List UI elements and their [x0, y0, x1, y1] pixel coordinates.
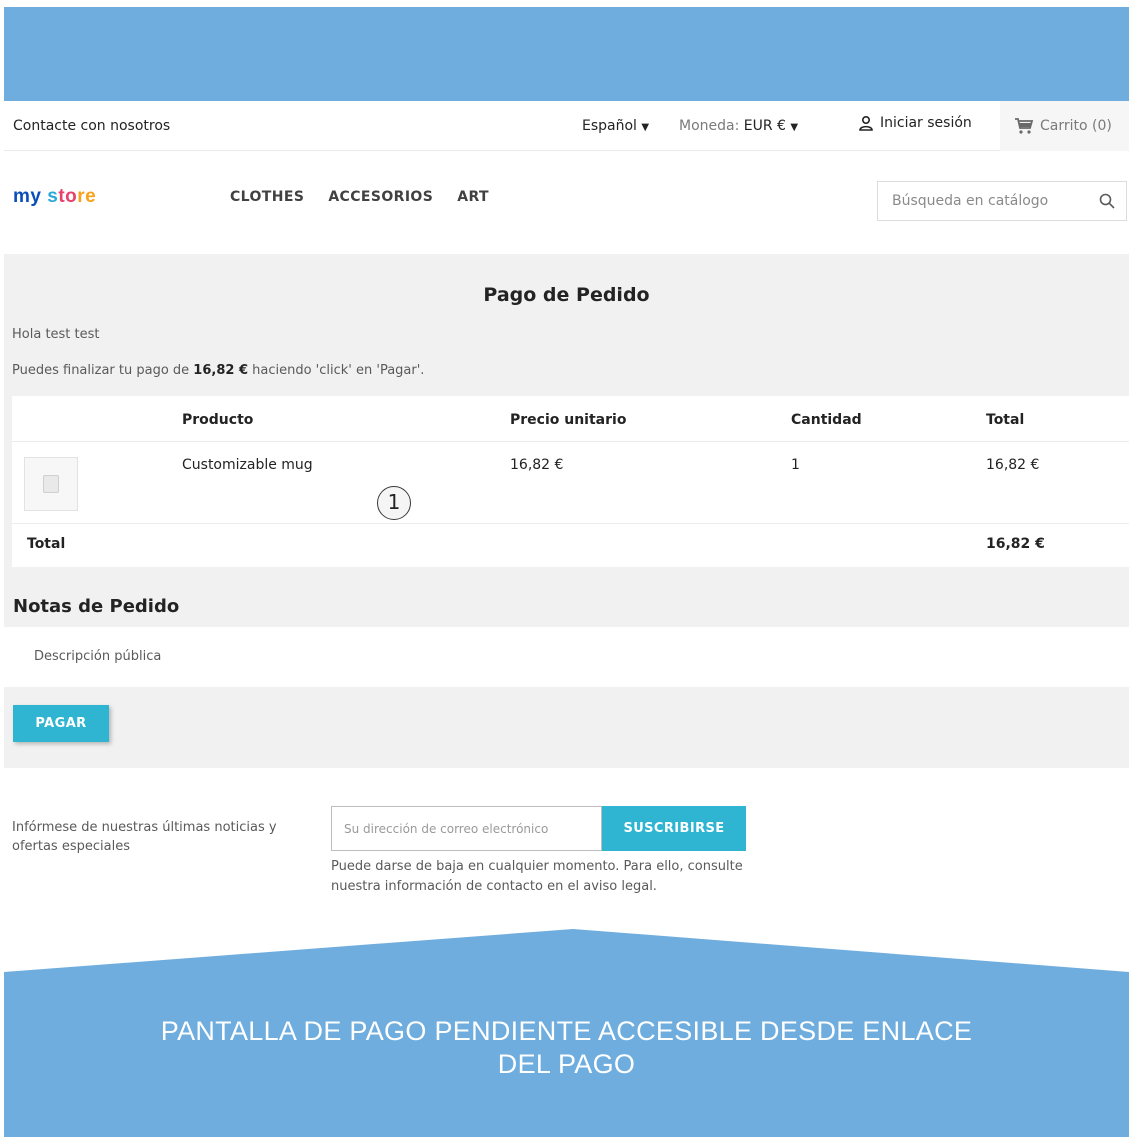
banner-line-2: DEL PAGO: [497, 1049, 636, 1079]
menu-item-clothes[interactable]: CLOTHES: [230, 189, 304, 205]
quantity-value: 1: [791, 457, 800, 473]
currency-selector[interactable]: Moneda: EUR € ▼: [679, 118, 798, 134]
pay-button[interactable]: PAGAR: [13, 705, 109, 742]
column-header-quantity: Cantidad: [791, 412, 862, 428]
product-thumbnail[interactable]: [24, 457, 78, 511]
newsletter-email-input[interactable]: Su dirección de correo electrónico: [331, 806, 602, 851]
header-nav: Contacte con nosotros Español ▼ Moneda: …: [4, 101, 1129, 151]
page-title: Pago de Pedido: [483, 284, 650, 306]
language-selector[interactable]: Español ▼: [582, 118, 649, 134]
chevron-down-icon: ▼: [790, 122, 799, 133]
total-label: Total: [27, 536, 66, 552]
top-banner: [0, 0, 1129, 101]
order-notes-text: Descripción pública: [34, 649, 162, 664]
newsletter-text: Infórmese de nuestras últimas noticias y…: [12, 820, 277, 854]
step-marker: 1: [377, 486, 411, 520]
menu-item-art[interactable]: ART: [457, 189, 489, 205]
cart-button[interactable]: Carrito (0): [1000, 101, 1129, 151]
logo-part: my: [13, 186, 42, 207]
search-icon[interactable]: [1098, 192, 1116, 210]
store-logo[interactable]: my store: [13, 186, 96, 208]
logo-part: re: [77, 186, 97, 207]
payment-amount: 16,82 €: [193, 363, 248, 378]
payment-message-prefix: Puedes finalizar tu pago de: [12, 363, 194, 378]
subscribe-button[interactable]: SUSCRIBIRSE: [602, 806, 746, 851]
greeting-text: Hola test test: [12, 327, 100, 342]
column-header-product: Producto: [182, 412, 254, 428]
contact-link[interactable]: Contacte con nosotros: [13, 118, 170, 134]
mug-image: [43, 475, 59, 493]
caption-banner: PANTALLA DE PAGO PENDIENTE ACCESIBLE DES…: [4, 929, 1129, 1137]
order-notes-heading: Notas de Pedido: [13, 596, 180, 617]
login-label: Iniciar sesión: [880, 115, 972, 131]
banner-caption: PANTALLA DE PAGO PENDIENTE ACCESIBLE DES…: [104, 1015, 1029, 1081]
newsletter-email-placeholder: Su dirección de correo electrónico: [344, 822, 549, 836]
cart-icon: [1015, 118, 1034, 134]
payment-message: Puedes finalizar tu pago de 16,82 € haci…: [12, 363, 424, 378]
order-notes-box: Descripción pública: [4, 627, 1129, 687]
divider: [12, 441, 1129, 442]
total-value: 16,82 €: [986, 536, 1045, 552]
chevron-down-icon: ▼: [641, 122, 650, 133]
top-banner-fill: [4, 7, 1129, 101]
currency-label: Moneda:: [679, 118, 740, 134]
header-main: my store CLOTHES ACCESORIOS ART Búsqueda…: [4, 152, 1129, 254]
column-header-total: Total: [986, 412, 1025, 428]
column-header-unit-price: Precio unitario: [510, 412, 627, 428]
login-link[interactable]: Iniciar sesión: [858, 115, 972, 131]
search-placeholder: Búsqueda en catálogo: [892, 193, 1049, 209]
payment-message-suffix: haciendo 'click' en 'Pagar'.: [248, 363, 425, 378]
cart-label: Carrito (0): [1040, 118, 1112, 134]
row-total-value: 16,82 €: [986, 457, 1040, 473]
search-input[interactable]: Búsqueda en catálogo: [877, 181, 1127, 221]
menu-item-accesorios[interactable]: ACCESORIOS: [328, 189, 433, 205]
product-link[interactable]: Customizable mug: [182, 457, 313, 473]
banner-line-1: PANTALLA DE PAGO PENDIENTE ACCESIBLE DES…: [160, 1016, 973, 1046]
logo-part: s: [41, 186, 59, 207]
main-menu: CLOTHES ACCESORIOS ART: [230, 189, 489, 205]
logo-part: to: [58, 186, 78, 207]
user-icon: [859, 115, 873, 131]
language-label: Español: [582, 118, 637, 134]
unsubscribe-note: Puede darse de baja en cualquier momento…: [331, 859, 743, 894]
order-table: Producto Precio unitario Cantidad Total …: [12, 396, 1129, 567]
currency-value: EUR €: [743, 118, 786, 134]
divider: [12, 523, 1129, 524]
unit-price-value: 16,82 €: [510, 457, 564, 473]
order-payment-section: Pago de Pedido Hola test test Puedes fin…: [4, 254, 1129, 768]
